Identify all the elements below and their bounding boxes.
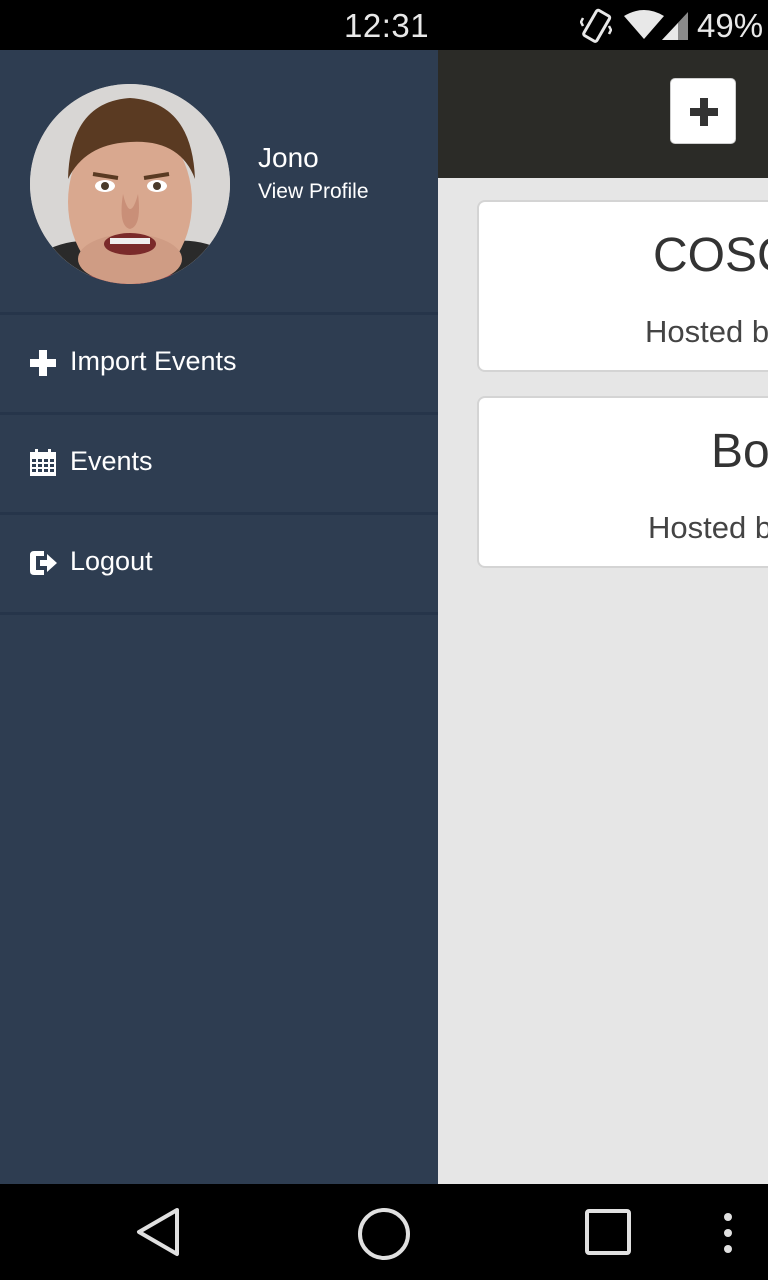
menu-item-label: Events (70, 446, 153, 476)
logout-icon (30, 551, 57, 575)
event-title: COSC (653, 229, 768, 282)
avatar[interactable] (30, 84, 230, 284)
calendar-icon (30, 449, 56, 476)
recents-icon[interactable] (584, 1208, 632, 1256)
wifi-icon (624, 10, 664, 39)
menu-item-logout[interactable]: Logout (0, 515, 438, 615)
main-header (438, 50, 768, 178)
navigation-drawer: Jono View Profile Import Events Events L… (0, 50, 438, 1184)
home-icon[interactable] (356, 1206, 412, 1262)
event-title: Bo (711, 425, 768, 478)
view-profile-link[interactable]: View Profile (258, 180, 369, 204)
vibrate-icon (580, 8, 612, 43)
status-bar: 12:31 49% (0, 0, 768, 50)
cell-signal-icon (662, 12, 688, 40)
menu-item-label: Import Events (70, 346, 237, 376)
plus-icon (690, 98, 718, 126)
back-icon[interactable] (134, 1206, 184, 1258)
battery-percent: 49% (697, 7, 764, 44)
avatar-image (30, 84, 230, 284)
menu-item-events[interactable]: Events (0, 415, 438, 515)
event-card[interactable]: COSC Hosted by (477, 200, 768, 372)
event-host: Hosted by (645, 314, 768, 349)
event-host: Hosted b (648, 510, 768, 545)
plus-icon (30, 350, 56, 376)
main-content: COSC Hosted by Bo Hosted b (438, 50, 768, 1184)
app-screen: 12:31 49% COSC Hosted by (0, 0, 768, 1280)
event-card[interactable]: Bo Hosted b (477, 396, 768, 568)
status-time: 12:31 (344, 7, 430, 44)
menu-item-label: Logout (70, 546, 153, 576)
profile-section[interactable]: Jono View Profile (0, 50, 438, 315)
android-nav-bar (0, 1184, 768, 1280)
add-event-button[interactable] (670, 78, 736, 144)
more-icon[interactable] (718, 1212, 738, 1254)
menu-item-import-events[interactable]: Import Events (0, 315, 438, 415)
profile-name: Jono (258, 142, 319, 173)
